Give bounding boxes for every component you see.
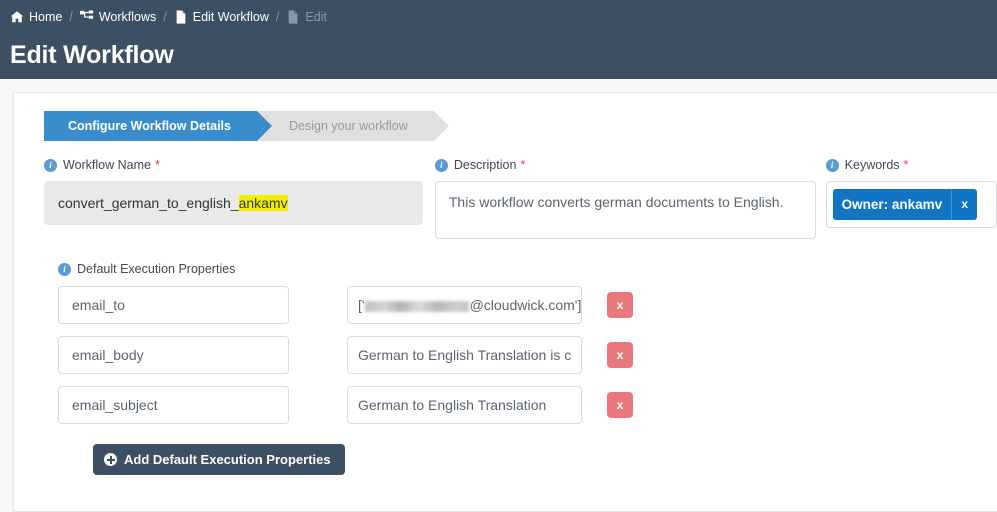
tab-label-configure: Configure Workflow Details bbox=[68, 119, 231, 133]
keywords-label-text: Keywords bbox=[844, 158, 900, 172]
page-header: Home / Workflows / Edit Workflow / Edit … bbox=[0, 0, 997, 79]
property-row: email_body German to English Translation… bbox=[58, 336, 997, 374]
property-value-suffix: @cloudwick.com'] bbox=[469, 297, 582, 313]
add-default-execution-properties-button[interactable]: Add Default Execution Properties bbox=[93, 444, 345, 475]
property-key-input[interactable]: email_to bbox=[58, 286, 289, 324]
breadcrumb-separator: / bbox=[69, 10, 73, 24]
breadcrumb-label-edit: Edit bbox=[305, 10, 327, 24]
property-value-input[interactable]: German to English Translation bbox=[347, 386, 582, 424]
breadcrumb-item-home[interactable]: Home bbox=[10, 10, 62, 24]
breadcrumb-label-workflows: Workflows bbox=[98, 10, 157, 24]
property-value-input[interactable]: German to English Translation is c bbox=[347, 336, 582, 374]
breadcrumb-label-home: Home bbox=[29, 10, 63, 24]
workflow-name-field-group: i Workflow Name * convert_german_to_engl… bbox=[44, 157, 423, 239]
plus-circle-icon bbox=[104, 453, 117, 466]
file-icon bbox=[286, 10, 300, 24]
property-row: email_subject German to English Translat… bbox=[58, 386, 997, 424]
delete-property-button[interactable]: x bbox=[607, 342, 633, 368]
redacted-email-block bbox=[364, 301, 469, 313]
page-title: Edit Workflow bbox=[10, 41, 174, 69]
file-icon bbox=[174, 10, 188, 24]
breadcrumb-label-edit-workflow: Edit Workflow bbox=[192, 10, 269, 24]
breadcrumb: Home / Workflows / Edit Workflow / Edit bbox=[10, 7, 983, 27]
delete-property-button[interactable]: x bbox=[607, 392, 633, 418]
keywords-label: i Keywords * bbox=[825, 157, 997, 173]
description-label-text: Description bbox=[453, 158, 517, 172]
home-icon bbox=[10, 10, 24, 24]
keywords-input[interactable]: Owner: ankamv x bbox=[825, 181, 997, 228]
content-area: Configure Workflow Details Design your w… bbox=[0, 79, 997, 512]
info-icon: i bbox=[825, 158, 839, 172]
description-field-group: i Description * This workflow converts g… bbox=[434, 157, 816, 239]
workflow-form-card: Configure Workflow Details Design your w… bbox=[13, 92, 997, 512]
workflow-name-value-highlight: ankamv bbox=[238, 195, 288, 211]
required-marker: * bbox=[903, 158, 909, 172]
description-textarea[interactable]: This workflow converts german documents … bbox=[434, 181, 816, 239]
property-value-input[interactable]: [' @cloudwick.com'] bbox=[347, 286, 582, 324]
workflow-name-label-text: Workflow Name bbox=[63, 158, 151, 172]
breadcrumb-item-edit-workflow[interactable]: Edit Workflow bbox=[174, 10, 269, 24]
keyword-tag: Owner: ankamv x bbox=[832, 189, 978, 220]
required-marker: * bbox=[154, 158, 160, 172]
breadcrumb-item-edit: Edit bbox=[286, 10, 327, 24]
default-execution-properties-label-text: Default Execution Properties bbox=[77, 262, 236, 276]
tab-design-your-workflow[interactable]: Design your workflow bbox=[256, 111, 449, 141]
tab-configure-workflow-details[interactable]: Configure Workflow Details bbox=[44, 111, 272, 141]
property-row: email_to [' @cloudwick.com'] x bbox=[58, 286, 997, 324]
description-label: i Description * bbox=[434, 157, 816, 173]
info-icon: i bbox=[434, 158, 448, 172]
keywords-field-group: i Keywords * Owner: ankamv x bbox=[825, 157, 997, 239]
breadcrumb-item-workflows[interactable]: Workflows bbox=[79, 10, 157, 24]
workflow-name-label: i Workflow Name * bbox=[44, 157, 423, 173]
wizard-steps: Configure Workflow Details Design your w… bbox=[44, 111, 997, 141]
info-icon: i bbox=[44, 158, 57, 172]
property-key-input[interactable]: email_subject bbox=[58, 386, 289, 424]
workflow-name-value: convert_german_to_english_ bbox=[58, 195, 239, 211]
tab-label-design: Design your workflow bbox=[288, 119, 408, 133]
info-icon: i bbox=[58, 262, 71, 276]
workflow-name-input[interactable]: convert_german_to_english_ankamv bbox=[44, 181, 423, 225]
breadcrumb-separator: / bbox=[163, 10, 167, 24]
default-execution-properties-label: i Default Execution Properties bbox=[58, 261, 997, 277]
keyword-tag-label: Owner: ankamv bbox=[841, 197, 943, 212]
primary-fields-row: i Workflow Name * convert_german_to_engl… bbox=[14, 157, 997, 239]
chevron-right-icon bbox=[256, 111, 272, 141]
chevron-right-icon bbox=[433, 111, 449, 141]
sitemap-icon bbox=[79, 10, 94, 24]
add-button-label: Add Default Execution Properties bbox=[124, 452, 331, 467]
keyword-tag-remove-button[interactable]: x bbox=[951, 189, 977, 220]
breadcrumb-separator: / bbox=[275, 10, 280, 24]
required-marker: * bbox=[520, 158, 526, 172]
default-execution-properties-section: i Default Execution Properties email_to … bbox=[14, 261, 997, 475]
property-key-input[interactable]: email_body bbox=[58, 336, 289, 374]
delete-property-button[interactable]: x bbox=[607, 292, 633, 318]
